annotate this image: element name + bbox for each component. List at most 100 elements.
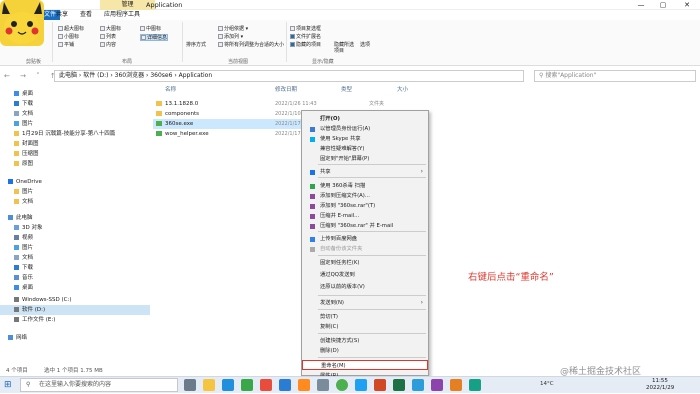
menu-item[interactable]: 剪切(T) <box>302 312 428 322</box>
app-orange-icon[interactable] <box>298 379 310 391</box>
nav-item[interactable]: 视频 <box>0 233 150 243</box>
app-purple-icon[interactable] <box>431 379 443 391</box>
view-small-icons[interactable]: 小图标 <box>58 34 79 41</box>
view-extra-large-icons[interactable]: 超大图标 <box>58 26 84 33</box>
nav-item[interactable]: OneDrive <box>0 177 150 187</box>
menu-item[interactable]: 兼容性疑难解答(Y) <box>302 144 428 154</box>
clock-date[interactable]: 2022/1/29 <box>646 385 674 391</box>
view-details[interactable]: 详细信息 <box>140 34 169 41</box>
menu-item[interactable]: 上传到百度网盘 <box>302 234 428 244</box>
list-icon <box>100 34 105 39</box>
menu-item[interactable]: 压缩到 "360se.rar" 并 E-mail <box>302 221 428 231</box>
size-columns-button[interactable]: 将所有列调整为合适的大小 <box>218 42 284 49</box>
close-button[interactable]: ✕ <box>676 0 698 10</box>
menu-item-label: 固定到"开始"屏幕(P) <box>320 156 370 162</box>
nav-item[interactable]: 音乐 <box>0 273 150 283</box>
excel-icon[interactable] <box>393 379 405 391</box>
menu-item[interactable]: 打开(O) <box>302 114 428 124</box>
app-teal-icon[interactable] <box>469 379 481 391</box>
tab-view[interactable]: 查看 <box>76 10 96 20</box>
nav-item[interactable]: 文档 <box>0 197 150 207</box>
view-large-icons[interactable]: 大图标 <box>100 26 121 33</box>
nav-item[interactable]: 图片 <box>0 187 150 197</box>
file-explorer-icon[interactable] <box>203 379 215 391</box>
column-size[interactable]: 大小 <box>397 85 408 95</box>
sort-button[interactable]: 排序方式 <box>186 42 206 49</box>
view-medium-icons[interactable]: 中图标 <box>140 26 161 33</box>
nav-item[interactable]: 文档 <box>0 253 150 263</box>
tab-share[interactable]: 共享 <box>52 10 72 20</box>
file-row[interactable]: 13.1.1828.0 2022/1/26 11:43 文件夹 <box>153 99 423 109</box>
maximize-button[interactable]: ▢ <box>652 0 674 10</box>
nav-item[interactable]: 文档 <box>0 109 150 119</box>
hide-selected-button[interactable]: 隐藏所选项目 <box>334 42 356 56</box>
tab-app-tools[interactable]: 应用程序工具 <box>100 10 144 20</box>
address-bar[interactable]: 此电脑 › 软件 (D:) › 360浏览器 › 360se6 › Applic… <box>54 70 524 82</box>
menu-item[interactable]: 自动备份该文件夹 <box>302 244 428 254</box>
taskbar-search[interactable]: ⚲ 在这里输入你要搜索的内容 <box>20 378 178 392</box>
menu-item[interactable]: 固定到任务栏(K) <box>302 258 428 268</box>
view-content[interactable]: 内容 <box>100 42 116 49</box>
menu-item[interactable]: 添加到 "360se.rar"(T) <box>302 201 428 211</box>
file-extensions-toggle[interactable]: 文件扩展名 <box>290 34 321 41</box>
menu-item[interactable]: 复制(C) <box>302 322 428 332</box>
clock-time[interactable]: 11:55 <box>652 378 668 384</box>
app-red-icon[interactable] <box>260 379 272 391</box>
nav-item[interactable]: 此电脑 <box>0 213 150 223</box>
navigation-arrows[interactable]: ← → ˅ ↑ <box>4 70 60 82</box>
add-column-button[interactable]: 添加列 ▾ <box>218 34 243 41</box>
menu-item[interactable]: 固定到"开始"屏幕(P) <box>302 154 428 164</box>
chrome-icon[interactable] <box>336 379 348 391</box>
weather-temp[interactable]: 14°C <box>540 381 554 387</box>
menu-item[interactable]: 发送到(N) › <box>302 298 428 308</box>
edge-browser-icon[interactable] <box>222 379 234 391</box>
menu-item[interactable]: 添加到压缩文件(A)... <box>302 191 428 201</box>
nav-item[interactable]: 图片 <box>0 119 150 129</box>
nav-item[interactable]: 桌面 <box>0 89 150 99</box>
menu-item[interactable]: 创建快捷方式(S) <box>302 336 428 346</box>
menu-item[interactable]: 以管理员身份运行(A) <box>302 124 428 134</box>
menu-item[interactable]: 共享 › <box>302 167 428 177</box>
menu-item[interactable]: 压缩并 E-mail... <box>302 211 428 221</box>
menu-item[interactable]: 删除(D) <box>302 346 428 356</box>
nav-item-label: 封面图 <box>22 141 39 147</box>
task-view-icon[interactable] <box>184 379 196 391</box>
word-icon[interactable] <box>279 379 291 391</box>
nav-item[interactable]: 3D 对象 <box>0 223 150 233</box>
hidden-items-toggle[interactable]: 隐藏的项目 <box>290 42 321 49</box>
menu-item[interactable]: 使用 Skype 共享 <box>302 134 428 144</box>
app-cyan-icon[interactable] <box>412 379 424 391</box>
powerpoint-icon[interactable] <box>374 379 386 391</box>
options-button[interactable]: 选项 <box>360 42 370 49</box>
nav-item[interactable]: 下载 <box>0 99 150 109</box>
nav-item[interactable]: 桌面 <box>0 283 150 293</box>
group-by-button[interactable]: 分组依据 ▾ <box>218 26 248 33</box>
view-list[interactable]: 列表 <box>100 34 116 41</box>
nav-item-label: 软件 (D:) <box>22 307 46 313</box>
nav-item[interactable]: 下载 <box>0 263 150 273</box>
nav-item[interactable]: 软件 (D:) <box>0 305 150 315</box>
nav-item[interactable]: 原图 <box>0 159 150 169</box>
nav-item[interactable]: 图片 <box>0 243 150 253</box>
search-box[interactable]: ⚲ 搜索"Application" <box>534 70 696 82</box>
nav-item[interactable]: 工作文件 (E:) <box>0 315 150 325</box>
column-date[interactable]: 修改日期 <box>275 85 297 95</box>
app-blue-icon[interactable] <box>355 379 367 391</box>
minimize-button[interactable]: — <box>630 0 652 10</box>
column-name[interactable]: 名称 <box>165 85 176 95</box>
nav-item[interactable]: 1月29日 沉戟篇-技能分享-第八十四篇 <box>0 129 150 139</box>
menu-item[interactable]: 通过QQ发送到 <box>302 270 428 280</box>
start-button[interactable]: ⊞ <box>4 379 16 391</box>
menu-item[interactable]: 使用 360杀毒 扫描 <box>302 181 428 191</box>
column-type[interactable]: 类型 <box>341 85 352 95</box>
app-grey-icon[interactable] <box>317 379 329 391</box>
nav-item[interactable]: 网络 <box>0 333 150 343</box>
nav-item[interactable]: 封面图 <box>0 139 150 149</box>
nav-item[interactable]: Windows-SSD (C:) <box>0 295 150 305</box>
view-tiles[interactable]: 平铺 <box>58 42 74 49</box>
app-amber-icon[interactable] <box>450 379 462 391</box>
item-checkboxes-toggle[interactable]: 项目复选框 <box>290 26 321 33</box>
menu-item[interactable]: 还原以前的版本(V) <box>302 282 428 292</box>
nav-item[interactable]: 压缩图 <box>0 149 150 159</box>
app-green-icon[interactable] <box>241 379 253 391</box>
